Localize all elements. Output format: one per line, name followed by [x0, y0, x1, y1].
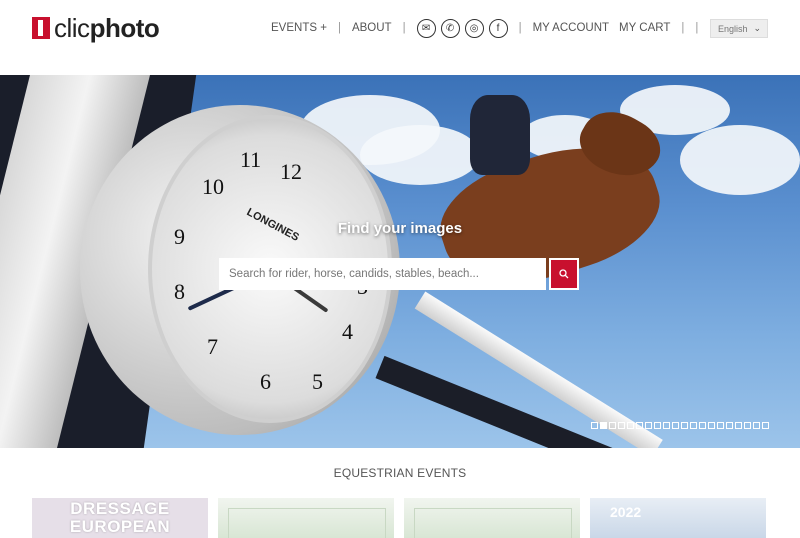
slider-dot[interactable] — [762, 422, 769, 429]
slider-dot[interactable] — [744, 422, 751, 429]
rider-shape — [470, 95, 530, 175]
logo-text-bold: photo — [89, 13, 160, 43]
slider-dot[interactable] — [609, 422, 616, 429]
nav-separator: | — [681, 22, 685, 34]
slider-dot[interactable] — [591, 422, 598, 429]
slider-dot[interactable] — [636, 422, 643, 429]
social-links: ✉ ✆ ◎ f — [416, 18, 508, 38]
nav-separator: | — [695, 22, 699, 34]
slider-dot[interactable] — [645, 422, 652, 429]
slider-dot[interactable] — [753, 422, 760, 429]
slider-dot[interactable] — [681, 422, 688, 429]
hero-title: Find your images — [337, 220, 463, 237]
site-header: clicphoto EVENTS + | ABOUT | ✉ ✆ ◎ f | M… — [0, 0, 800, 75]
slider-dot[interactable] — [708, 422, 715, 429]
search-input[interactable] — [219, 258, 546, 290]
main-nav: EVENTS + | ABOUT | ✉ ✆ ◎ f | MY ACCOUNT … — [271, 17, 709, 39]
slider-dots — [591, 422, 769, 429]
nav-separator: | — [402, 22, 406, 34]
event-card[interactable]: 2022 — [590, 498, 766, 538]
nav-separator: | — [518, 22, 522, 34]
search-icon — [559, 269, 569, 279]
facebook-icon[interactable]: f — [488, 18, 508, 38]
logo-mark-icon — [32, 17, 50, 39]
instagram-icon[interactable]: ◎ — [464, 18, 484, 38]
language-select[interactable]: English ⌄ — [710, 19, 768, 38]
event-cards: DRESSAGE EUROPEAN 2022 — [32, 498, 766, 538]
event-card[interactable] — [218, 498, 394, 538]
section-title: EQUESTRIAN EVENTS — [333, 466, 467, 480]
hero-banner: 11 12 10 9 8 7 6 5 4 3 LONGINES Find you… — [0, 75, 800, 448]
event-card-title: DRESSAGE EUROPEAN — [69, 499, 171, 536]
logo[interactable]: clicphoto — [32, 13, 160, 43]
event-card[interactable] — [404, 498, 580, 538]
slider-dot[interactable] — [600, 422, 607, 429]
slider-dot[interactable] — [618, 422, 625, 429]
slider-dot[interactable] — [726, 422, 733, 429]
cloud-shape — [360, 125, 480, 185]
slider-dot[interactable] — [672, 422, 679, 429]
event-card[interactable]: DRESSAGE EUROPEAN — [32, 498, 208, 538]
slider-dot[interactable] — [690, 422, 697, 429]
whatsapp-icon[interactable]: ✆ — [440, 18, 460, 38]
nav-events[interactable]: EVENTS + — [271, 22, 327, 34]
slider-dot[interactable] — [627, 422, 634, 429]
slider-dot[interactable] — [699, 422, 706, 429]
nav-my-cart[interactable]: MY CART — [619, 22, 670, 34]
mail-icon[interactable]: ✉ — [416, 18, 436, 38]
chevron-down-icon: ⌄ — [753, 23, 761, 33]
language-value: English — [718, 23, 748, 34]
nav-about[interactable]: ABOUT — [352, 22, 392, 34]
nav-separator: | — [337, 22, 341, 34]
search-button[interactable] — [549, 258, 579, 290]
slider-dot[interactable] — [663, 422, 670, 429]
slider-dot[interactable] — [735, 422, 742, 429]
slider-dot[interactable] — [654, 422, 661, 429]
slider-dot[interactable] — [717, 422, 724, 429]
cloud-shape — [680, 125, 800, 195]
logo-text-light: clic — [54, 13, 90, 43]
event-card-title: 2022 — [610, 504, 642, 520]
nav-my-account[interactable]: MY ACCOUNT — [533, 22, 609, 34]
